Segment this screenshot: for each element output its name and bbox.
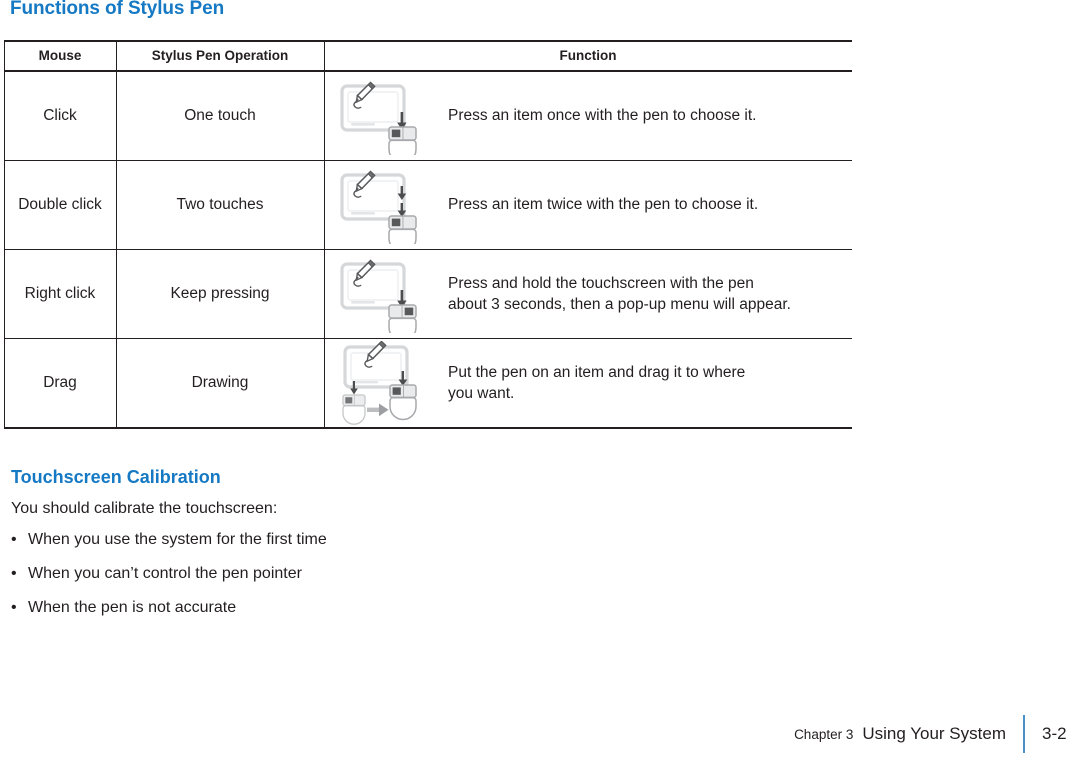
cell-stylus-operation: One touch — [116, 71, 324, 161]
list-item-label: When you can’t control the pen pointer — [28, 565, 302, 582]
table-row: Drag Drawing Put the pen on an item and … — [4, 338, 852, 429]
bullet-icon: • — [11, 565, 17, 582]
section-title-touchscreen-calibration: Touchscreen Calibration — [11, 467, 221, 487]
list-item-label: When the pen is not accurate — [28, 599, 237, 616]
cell-mouse: Click — [4, 71, 116, 161]
table-header-row: Mouse Stylus Pen Operation Function — [4, 40, 852, 72]
table-divider-column-2 — [324, 40, 325, 427]
list-item: • When the pen is not accurate — [11, 599, 327, 617]
cell-stylus-operation: Two touches — [116, 160, 324, 250]
calibration-bullet-list: • When you use the system for the first … — [11, 531, 327, 633]
cell-function: Press and hold the touchscreen with the … — [324, 249, 852, 339]
page-number: 3-2 — [1042, 724, 1067, 743]
function-text: Put the pen on an item and drag it to wh… — [442, 362, 745, 404]
list-item-label: When you use the system for the first ti… — [28, 531, 327, 548]
column-header-stylus-operation: Stylus Pen Operation — [116, 40, 324, 72]
table-row: Double click Two touches Press an item t… — [4, 160, 852, 250]
list-item: • When you use the system for the first … — [11, 531, 327, 549]
cell-stylus-operation: Keep pressing — [116, 249, 324, 339]
function-text-line-2: you want. — [448, 385, 515, 402]
table-divider-column-1 — [116, 40, 117, 427]
list-item: • When you can’t control the pen pointer — [11, 565, 327, 583]
stylus-functions-table: Mouse Stylus Pen Operation Function Clic… — [4, 40, 852, 429]
tablet-pen-mouse-double-click-icon — [324, 166, 442, 244]
cell-function: Press an item twice with the pen to choo… — [324, 160, 852, 250]
function-text: Press an item twice with the pen to choo… — [448, 196, 759, 214]
function-text-line-1: Press and hold the touchscreen with the … — [448, 274, 754, 292]
footer-chapter-label: Chapter 3 — [794, 726, 854, 742]
table-row: Click One touch Press an item once with … — [4, 71, 852, 161]
cell-mouse: Double click — [4, 160, 116, 250]
bullet-icon: • — [11, 531, 17, 548]
page-title: Functions of Stylus Pen — [10, 0, 225, 19]
footer-section-title: Using Your System — [862, 724, 1006, 743]
cell-mouse: Right click — [4, 249, 116, 339]
table-row: Right click Keep pressing Press and hold… — [4, 249, 852, 339]
cell-function: Put the pen on an item and drag it to wh… — [324, 338, 852, 429]
cell-stylus-operation: Drawing — [116, 338, 324, 429]
page-footer: Chapter 3 Using Your System 3-2 — [794, 715, 1070, 753]
function-text-line-2: about 3 seconds, then a pop-up menu will… — [448, 296, 791, 313]
footer-divider — [1023, 715, 1025, 753]
bullet-icon: • — [11, 599, 17, 616]
tablet-pen-mouse-right-click-icon — [324, 255, 442, 333]
cell-mouse: Drag — [4, 338, 116, 429]
column-header-function: Function — [324, 40, 852, 72]
function-text: Press and hold the touchscreen with the … — [442, 273, 791, 315]
calibration-intro-text: You should calibrate the touchscreen: — [11, 500, 278, 517]
tablet-pen-mouse-single-click-icon — [324, 77, 442, 155]
column-header-mouse: Mouse — [4, 40, 116, 72]
function-text-line-1: Put the pen on an item and drag it to wh… — [448, 363, 746, 381]
cell-function: Press an item once with the pen to choos… — [324, 71, 852, 161]
tablet-pen-mouse-drag-icon — [324, 341, 442, 425]
function-text: Press an item once with the pen to choos… — [448, 107, 757, 125]
table-border-left — [4, 40, 5, 427]
